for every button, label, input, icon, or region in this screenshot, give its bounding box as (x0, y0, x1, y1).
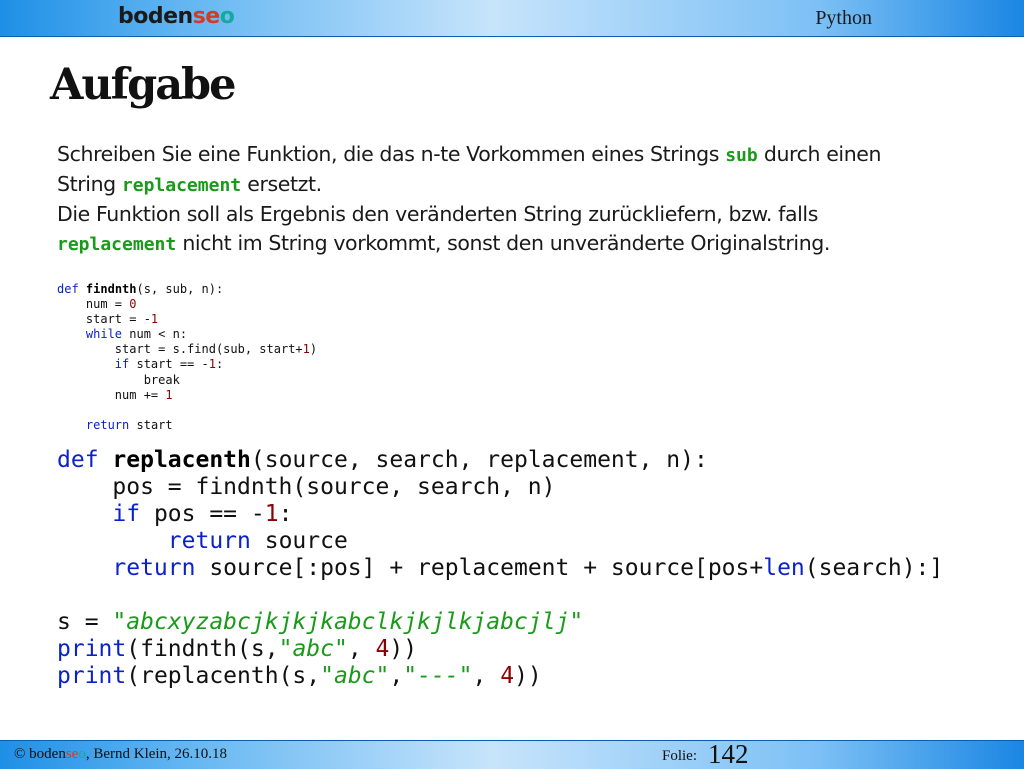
replacement-keyword: replacement (121, 175, 242, 196)
code-block-findnth: def findnth(s, sub, n): num = 0 start = … (57, 282, 317, 433)
slide-number: 142 (708, 739, 749, 769)
footer-credit: © bodenseo, Bernd Klein, 26.10.18 (14, 746, 228, 762)
code-line: return source[:pos] + replacement + sour… (112, 555, 944, 581)
code-line: num = 0 (57, 297, 137, 312)
code-line: break (57, 372, 180, 387)
code-line: if start == -1: (114, 357, 224, 372)
code-line: start = s.find(sub, start+1) (57, 342, 318, 357)
code-line: if pos == -1: (112, 501, 293, 527)
footer-bar: © bodenseo, Bernd Klein, 26.10.18 Folie:… (0, 739, 1024, 769)
folie-label: Folie: (662, 748, 698, 764)
code-line: num += 1 (57, 387, 173, 402)
code-line: return start (85, 417, 173, 432)
code-line: print(findnth(s,"abc", 4)) (57, 636, 418, 662)
replacement-keyword: replacement (57, 234, 177, 255)
code-line: s = "abcxyzabcjkjkjkabclkjkjlkjabcjlj" (57, 609, 584, 635)
slide-heading: Aufgabe (50, 60, 236, 110)
code-line: while num < n: (85, 327, 188, 342)
task-description: Schreiben Sie eine Funktion, die das n-t… (57, 142, 882, 255)
code-block-replacenth: def replacenth(source, search, replaceme… (57, 447, 943, 690)
code-line: return source (167, 528, 348, 554)
code-line: def replacenth(source, search, replaceme… (57, 447, 708, 473)
header-bar: bodenseo Python (0, 0, 1024, 37)
code-line: print(replacenth(s,"abc","---", 4)) (57, 663, 542, 689)
bodenseo-logo: bodenseo (118, 4, 235, 29)
code-line: def findnth(s, sub, n): (57, 282, 224, 296)
code-line: start = -1 (57, 312, 159, 327)
header-title: Python (815, 7, 872, 29)
sub-keyword: sub (725, 145, 758, 166)
code-line: pos = findnth(source, search, n) (57, 474, 556, 500)
